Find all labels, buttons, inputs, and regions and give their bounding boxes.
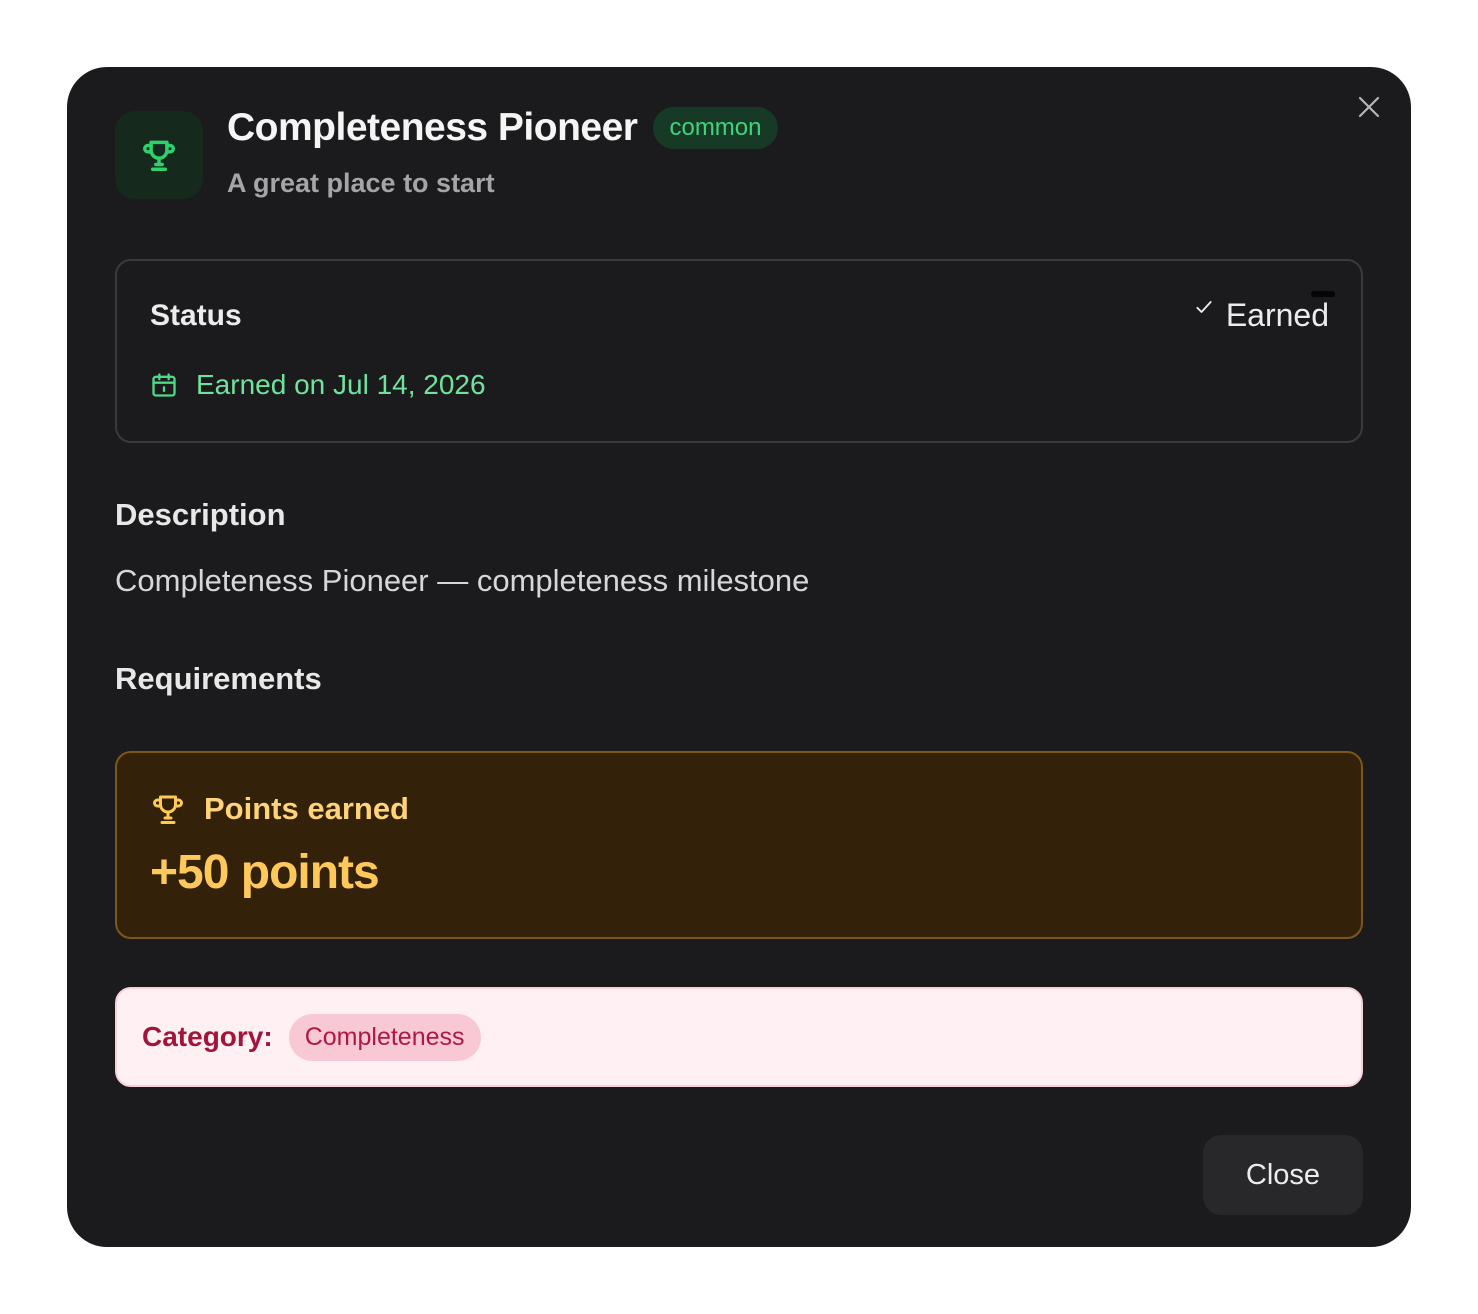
modal-header: Completeness Pioneer common A great plac…	[115, 106, 778, 199]
points-value: +50 points	[150, 846, 380, 899]
close-icon[interactable]	[1355, 93, 1383, 121]
category-label: Category:	[142, 1021, 273, 1052]
points-header: Points earned	[150, 791, 409, 827]
header-text: Completeness Pioneer common A great plac…	[227, 106, 778, 199]
calendar-icon	[152, 373, 176, 397]
title-row: Completeness Pioneer common	[227, 106, 778, 150]
trophy-icon	[143, 140, 175, 171]
check-icon	[1196, 300, 1212, 313]
description-heading: Description	[115, 497, 286, 532]
requirements-heading: Requirements	[115, 661, 322, 696]
earned-date: Earned on Jul 14, 2026	[196, 369, 486, 400]
status-state: Earned	[1225, 297, 1329, 333]
achievement-badge	[115, 111, 203, 199]
rarity-badge: common	[653, 107, 778, 149]
trophy-icon	[153, 795, 183, 824]
points-card: Points earned +50 points	[115, 751, 1363, 939]
description-text: Completeness Pioneer — completeness mile…	[115, 563, 810, 598]
status-badge: Earned	[1194, 297, 1329, 334]
achievement-modal: Completeness Pioneer common A great plac…	[67, 67, 1411, 1247]
status-label: Status	[150, 299, 242, 332]
close-button[interactable]: Close	[1203, 1135, 1363, 1215]
achievement-title: Completeness Pioneer	[227, 106, 638, 149]
category-card: Category: Completeness	[115, 987, 1363, 1087]
category-tag: Completeness	[288, 1013, 481, 1061]
status-card: Status Earned on Jul 14, 2026 Earned	[115, 259, 1363, 443]
achievement-subtitle: A great place to start	[227, 168, 495, 198]
points-label: Points earned	[204, 791, 409, 826]
earned-date-row: Earned on Jul 14, 2026	[150, 369, 486, 401]
